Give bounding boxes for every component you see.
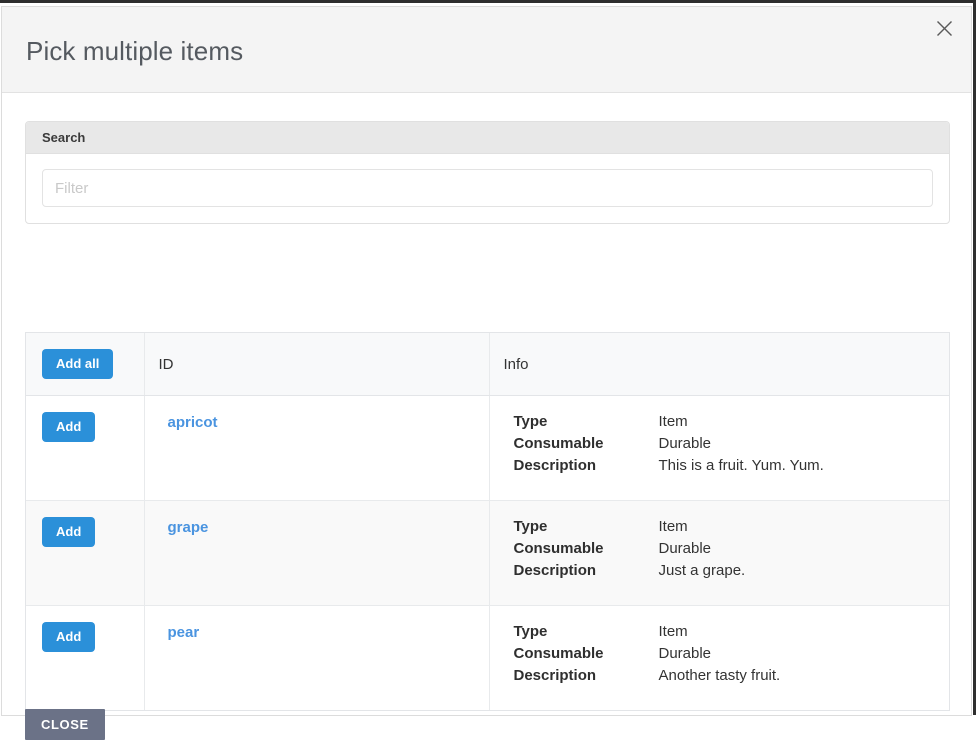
- info-label-description: Description: [514, 665, 659, 687]
- info-value-consumable: Durable: [659, 643, 950, 665]
- dialog-header: Pick multiple items: [2, 7, 971, 93]
- row-info-cell: Type Item Consumable Durable Description…: [489, 501, 949, 606]
- info-label-consumable: Consumable: [514, 643, 659, 665]
- items-table-body: Add apricot Type Item Consumable Du: [26, 396, 949, 711]
- table-row: Add apricot Type Item Consumable Du: [26, 396, 949, 501]
- row-id-cell: apricot: [144, 396, 489, 501]
- dialog-footer: CLOSE: [25, 709, 950, 740]
- info-value-type: Item: [659, 621, 950, 643]
- info-value-consumable: Durable: [659, 538, 950, 560]
- info-value-type: Item: [659, 411, 950, 433]
- table-row: Add pear Type Item Consumable Durab: [26, 606, 949, 711]
- info-value-description: This is a fruit. Yum. Yum.: [659, 455, 950, 477]
- search-panel-label: Search: [42, 130, 85, 145]
- add-button[interactable]: Add: [42, 517, 95, 547]
- close-icon[interactable]: [931, 15, 957, 41]
- table-header-row: Add all ID Info: [26, 333, 949, 396]
- item-id-link[interactable]: pear: [168, 624, 200, 641]
- search-panel: Search: [25, 121, 950, 224]
- item-id-link[interactable]: apricot: [168, 414, 218, 431]
- table-row: Add grape Type Item Consumable Dura: [26, 501, 949, 606]
- info-label-consumable: Consumable: [514, 538, 659, 560]
- search-panel-body: [26, 154, 949, 223]
- window-frame: Pick multiple items Search: [0, 0, 976, 715]
- info-value-description: Another tasty fruit.: [659, 665, 950, 687]
- add-all-button[interactable]: Add all: [42, 349, 113, 379]
- page-title: Pick multiple items: [26, 36, 243, 67]
- search-input[interactable]: [42, 169, 933, 207]
- info-label-description: Description: [514, 560, 659, 582]
- items-table: Add all ID Info Add apricot: [25, 332, 950, 711]
- row-action-cell: Add: [26, 606, 144, 711]
- info-value-description: Just a grape.: [659, 560, 950, 582]
- table-header-id: ID: [144, 333, 489, 396]
- info-label-type: Type: [514, 516, 659, 538]
- table-header-info: Info: [489, 333, 949, 396]
- info-value-type: Item: [659, 516, 950, 538]
- add-button[interactable]: Add: [42, 412, 95, 442]
- add-button[interactable]: Add: [42, 622, 95, 652]
- search-panel-header: Search: [26, 122, 949, 154]
- info-label-type: Type: [514, 411, 659, 433]
- info-label-description: Description: [514, 455, 659, 477]
- row-info-cell: Type Item Consumable Durable Description…: [489, 606, 949, 711]
- pick-items-dialog: Pick multiple items Search: [1, 6, 972, 716]
- item-id-link[interactable]: grape: [168, 519, 209, 536]
- close-button[interactable]: CLOSE: [25, 709, 105, 740]
- row-id-cell: pear: [144, 606, 489, 711]
- row-id-cell: grape: [144, 501, 489, 606]
- info-label-consumable: Consumable: [514, 433, 659, 455]
- row-action-cell: Add: [26, 501, 144, 606]
- row-action-cell: Add: [26, 396, 144, 501]
- table-header-action-cell: Add all: [26, 333, 144, 396]
- info-label-type: Type: [514, 621, 659, 643]
- row-info-cell: Type Item Consumable Durable Description…: [489, 396, 949, 501]
- info-value-consumable: Durable: [659, 433, 950, 455]
